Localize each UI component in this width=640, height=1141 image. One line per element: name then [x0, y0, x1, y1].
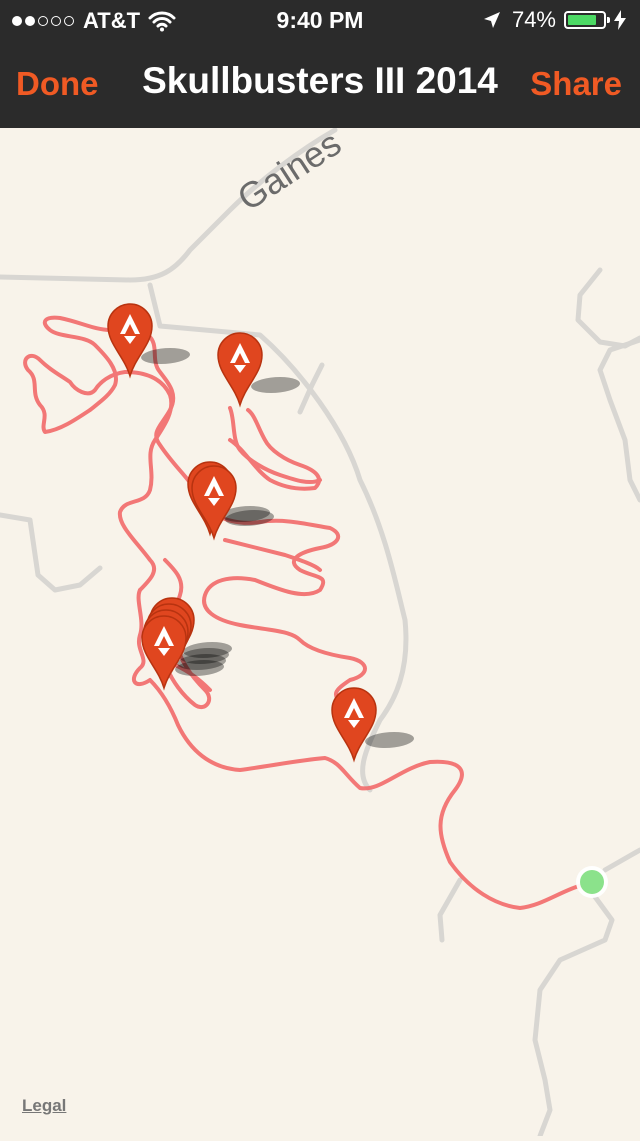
end-marker[interactable]	[576, 866, 608, 898]
status-right: 74%	[482, 7, 626, 33]
map-view[interactable]: Gaines Legal	[0, 122, 640, 1139]
checkpoint-pin[interactable]	[331, 687, 419, 761]
navigation-bar: Done Skullbusters III 2014 Share	[0, 40, 640, 128]
svg-text:Gaines: Gaines	[230, 128, 348, 219]
share-button[interactable]: Share	[530, 65, 622, 103]
legal-link[interactable]: Legal	[22, 1096, 66, 1116]
battery-percent: 74%	[511, 7, 556, 32]
road-label-gaines: Gaines	[230, 122, 348, 219]
battery-icon	[564, 11, 610, 29]
route-track	[23, 315, 594, 910]
map-canvas[interactable]: Gaines	[0, 122, 640, 1139]
roads	[0, 127, 640, 1139]
location-arrow-icon	[483, 12, 500, 28]
charging-bolt-icon	[614, 10, 626, 30]
checkpoint-pins[interactable]	[107, 303, 419, 761]
status-bar: AT&T 9:40 PM 74%	[0, 0, 640, 40]
